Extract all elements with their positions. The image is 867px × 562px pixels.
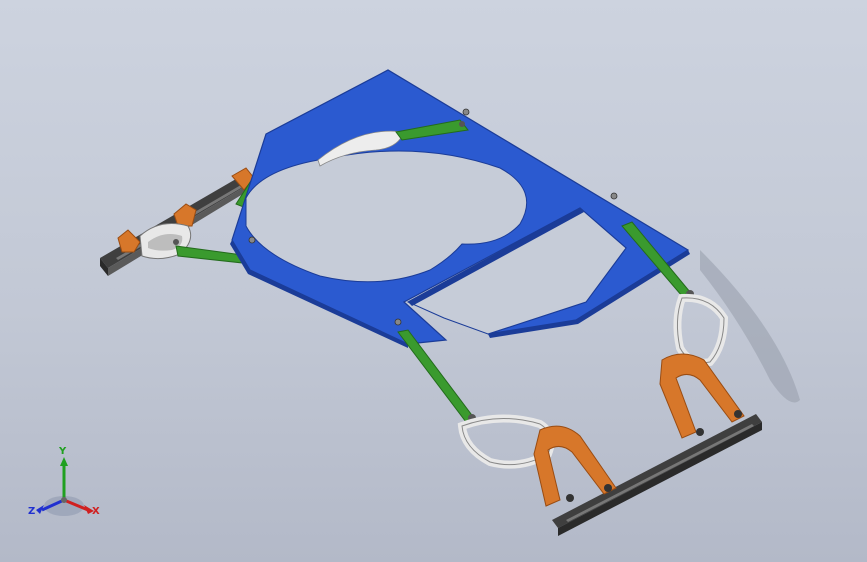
z-axis-label: Z: [28, 506, 36, 517]
right-rail[interactable]: [552, 414, 762, 536]
cad-viewport[interactable]: Y X Z: [0, 0, 867, 562]
orientation-triad[interactable]: Y X Z: [22, 446, 112, 528]
rear-silver-clamp[interactable]: [673, 293, 729, 367]
front-orange-bracket[interactable]: [533, 425, 617, 507]
y-axis-label: Y: [59, 446, 67, 457]
assembly-model[interactable]: [0, 0, 867, 562]
front-green-link[interactable]: [397, 329, 476, 423]
rear-orange-bracket[interactable]: [659, 353, 745, 439]
x-axis-label: X: [92, 506, 100, 517]
blue-mounting-plate[interactable]: [230, 69, 690, 348]
